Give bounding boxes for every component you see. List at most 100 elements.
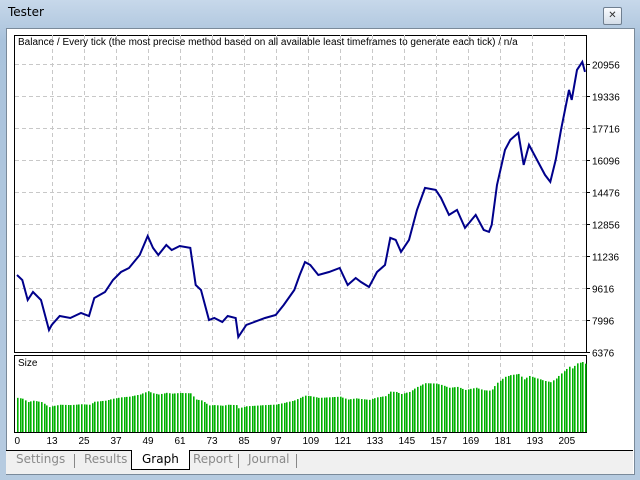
size-bar — [342, 397, 344, 432]
size-bar — [358, 398, 360, 432]
size-bar — [508, 375, 510, 432]
size-bar — [548, 381, 550, 432]
x-tick-label: 49 — [143, 436, 155, 447]
size-bar — [201, 400, 203, 432]
size-bar — [436, 383, 438, 432]
y-tick-label: 7996 — [592, 317, 615, 328]
size-bar — [97, 401, 99, 432]
size-bar — [132, 396, 134, 432]
size-bar — [60, 404, 62, 432]
size-bar — [284, 402, 286, 432]
size-bar — [500, 380, 502, 432]
size-bar — [254, 405, 256, 432]
tab-settings[interactable]: Settings — [16, 452, 65, 466]
size-bar — [110, 399, 112, 432]
size-bar — [468, 389, 470, 432]
x-tick-label: 157 — [431, 436, 448, 447]
size-bar — [417, 386, 419, 432]
size-bar — [366, 399, 368, 432]
size-bar — [478, 388, 480, 432]
size-bar — [166, 392, 168, 432]
y-tick-label: 20956 — [592, 61, 620, 72]
size-bar — [580, 362, 582, 432]
x-tick-label: 97 — [271, 436, 283, 447]
size-bar — [361, 399, 363, 432]
size-bar — [518, 373, 520, 432]
size-bar — [566, 368, 568, 432]
size-bar — [174, 393, 176, 432]
size-bar — [444, 385, 446, 432]
size-bar — [441, 384, 443, 432]
size-bar — [238, 408, 240, 432]
size-bar — [460, 387, 462, 432]
size-bar — [129, 396, 131, 432]
size-bar — [214, 405, 216, 432]
size-bar — [337, 396, 339, 432]
size-bar — [102, 400, 104, 432]
size-bar — [334, 397, 336, 432]
size-bar — [86, 404, 88, 432]
size-bar — [89, 404, 91, 432]
size-bar — [369, 399, 371, 432]
size-bar — [246, 406, 248, 432]
x-tick-label: 205 — [559, 436, 576, 447]
size-bar — [470, 388, 472, 432]
size-bar — [420, 385, 422, 432]
size-bar — [273, 404, 275, 432]
size-bar — [265, 405, 267, 432]
size-bar — [300, 397, 302, 432]
size-bar — [556, 378, 558, 432]
size-bar — [84, 404, 86, 432]
size-bar — [401, 393, 403, 432]
size-bar — [65, 404, 67, 432]
tab-report[interactable]: Report — [193, 452, 233, 466]
size-bar — [422, 384, 424, 432]
size-bar — [252, 405, 254, 432]
size-bar — [196, 399, 198, 432]
size-bar — [137, 395, 139, 432]
y-tick-label: 6376 — [592, 349, 615, 360]
size-bar — [526, 377, 528, 432]
size-bar — [36, 401, 38, 432]
y-tick-label: 12856 — [592, 221, 620, 232]
size-bar — [158, 394, 160, 432]
size-bar — [116, 398, 118, 432]
y-tick-label: 17716 — [592, 125, 620, 136]
size-bar — [126, 396, 128, 432]
tester-window: Tester ✕ Balance / Every tick (the most … — [0, 0, 640, 480]
tab-journal[interactable]: Journal — [248, 452, 290, 466]
size-bar — [220, 405, 222, 432]
size-bar — [30, 401, 32, 432]
size-bar — [148, 391, 150, 432]
size-bar — [70, 405, 72, 432]
size-bar — [113, 398, 115, 432]
x-tick-label: 85 — [239, 436, 251, 447]
size-bar — [329, 397, 331, 432]
size-bar — [140, 394, 142, 432]
size-bar — [25, 400, 27, 432]
y-tick-label: 11236 — [592, 253, 620, 264]
tab-bar: Settings Results Graph Report Journal — [6, 450, 633, 474]
size-bar — [326, 397, 328, 432]
x-tick-label: 25 — [79, 436, 91, 447]
size-bar — [22, 398, 24, 432]
size-bar — [364, 399, 366, 432]
y-tick-label: 19336 — [592, 93, 620, 104]
x-tick-label: 145 — [399, 436, 416, 447]
y-tick-label: 16096 — [592, 157, 620, 168]
size-bar — [108, 400, 110, 432]
size-bar — [289, 401, 291, 432]
size-bar — [353, 398, 355, 432]
size-bar — [169, 393, 171, 432]
size-bar — [153, 393, 155, 432]
size-bar — [540, 379, 542, 432]
size-bar — [310, 396, 312, 432]
size-bar — [446, 386, 448, 432]
x-tick-label: 73 — [207, 436, 219, 447]
size-bar — [73, 404, 75, 432]
size-bar — [502, 378, 504, 432]
tab-graph[interactable]: Graph — [131, 450, 190, 470]
size-bar — [452, 387, 454, 432]
tab-results[interactable]: Results — [84, 452, 127, 466]
size-bar — [550, 382, 552, 432]
